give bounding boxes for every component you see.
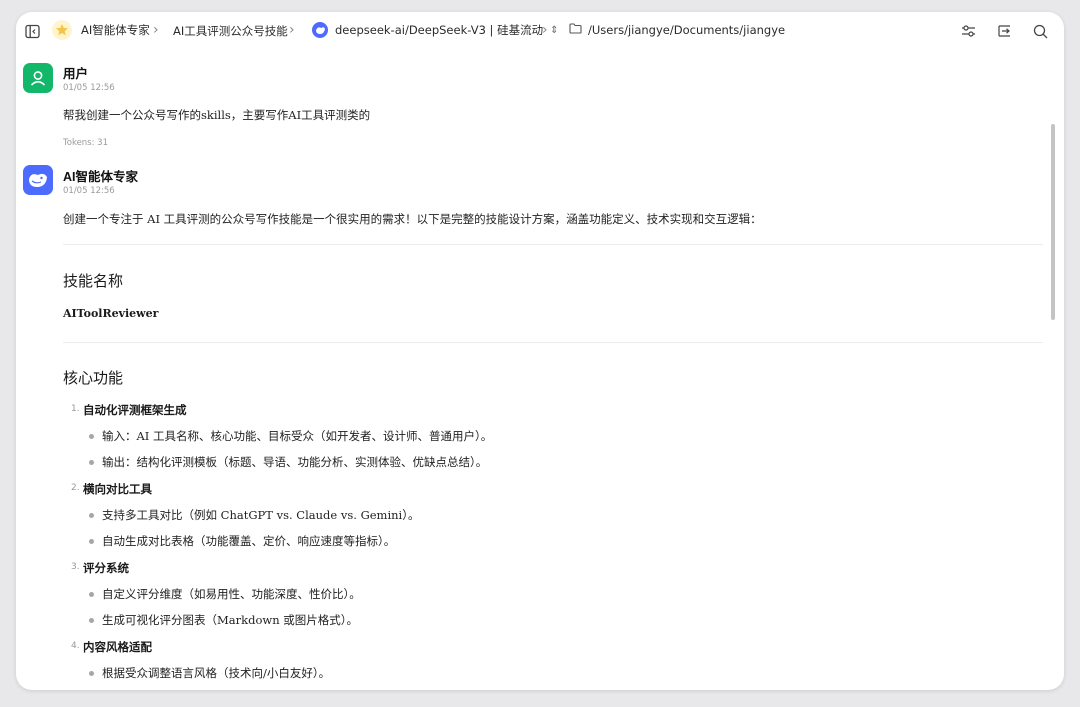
list-item: 输出：结构化评测模板（标题、导语、功能分析、实测体验、优缺点总结）。 bbox=[102, 455, 488, 469]
section-heading-core-features: 核心功能 bbox=[63, 369, 124, 387]
path-crumb[interactable]: /Users/jiangye/Documents/jiangye bbox=[569, 23, 785, 37]
assistant-name: AI智能体专家 bbox=[63, 170, 139, 184]
chevron-right-icon: › bbox=[289, 22, 295, 38]
settings-sliders-icon[interactable] bbox=[958, 21, 978, 41]
section-heading-skill-name: 技能名称 bbox=[63, 272, 124, 290]
feature-title: 内容风格适配 bbox=[83, 640, 152, 654]
assistant-avatar-icon bbox=[23, 165, 53, 195]
user-name: 用户 bbox=[63, 67, 89, 81]
top-bar: AI智能体专家 › AI工具评测公众号技能 › deepseek-ai/Deep… bbox=[16, 12, 1064, 50]
app-window: AI智能体专家 › AI工具评测公众号技能 › deepseek-ai/Deep… bbox=[16, 12, 1064, 690]
user-timestamp: 01/05 12:56 bbox=[63, 83, 115, 93]
feature-title: 横向对比工具 bbox=[83, 482, 152, 496]
bullet-icon bbox=[89, 513, 94, 518]
breadcrumb-agent: AI智能体专家 bbox=[81, 23, 150, 37]
agent-star-icon bbox=[52, 20, 72, 40]
list-number: 4. bbox=[71, 641, 80, 651]
bullet-icon bbox=[89, 434, 94, 439]
assistant-timestamp: 01/05 12:56 bbox=[63, 186, 115, 196]
list-item: 支持多工具对比（例如 ChatGPT vs. Claude vs. Gemini… bbox=[102, 508, 420, 522]
list-number: 2. bbox=[71, 483, 80, 493]
user-token-count: Tokens: 31 bbox=[63, 138, 108, 148]
model-selector[interactable]: deepseek-ai/DeepSeek-V3 | 硅基流动 ⇕ bbox=[312, 22, 558, 38]
breadcrumb-skill[interactable]: AI工具评测公众号技能 bbox=[173, 23, 288, 39]
list-item: 自动生成对比表格（功能覆盖、定价、响应速度等指标）。 bbox=[102, 534, 396, 548]
bullet-icon bbox=[89, 460, 94, 465]
expand-panel-icon[interactable] bbox=[994, 21, 1014, 41]
model-name: deepseek-ai/DeepSeek-V3 | 硅基流动 bbox=[335, 23, 544, 37]
deepseek-logo-icon bbox=[312, 22, 328, 38]
chevron-right-icon: › bbox=[153, 22, 159, 38]
user-message-text: 帮我创建一个公众号写作的skills，主要写作AI工具评测类的 bbox=[63, 108, 371, 122]
feature-title: 自动化评测框架生成 bbox=[83, 403, 187, 417]
skill-name-value: AIToolReviewer bbox=[63, 307, 159, 320]
search-icon[interactable] bbox=[1030, 21, 1050, 41]
chat-area: 用户 01/05 12:56 帮我创建一个公众号写作的skills，主要写作AI… bbox=[16, 52, 1056, 690]
list-item: 根据受众调整语言风格（技术向/小白友好）。 bbox=[102, 666, 331, 680]
agent-crumb[interactable]: AI智能体专家 bbox=[52, 20, 150, 40]
list-number: 3. bbox=[71, 562, 80, 572]
assistant-intro-text: 创建一个专注于 AI 工具评测的公众号写作技能是一个很实用的需求！以下是完整的技… bbox=[63, 212, 762, 226]
chevron-right-icon: › bbox=[542, 22, 548, 38]
bullet-icon bbox=[89, 592, 94, 597]
feature-title: 评分系统 bbox=[83, 561, 129, 575]
bullet-icon bbox=[89, 618, 94, 623]
chat-scrollbar[interactable] bbox=[1051, 124, 1055, 320]
list-number: 1. bbox=[71, 404, 80, 414]
list-item: 生成可视化评分图表（Markdown 或图片格式）。 bbox=[102, 613, 359, 627]
updown-chevron-icon: ⇕ bbox=[550, 24, 559, 36]
toggle-sidebar-icon[interactable] bbox=[22, 21, 42, 41]
bullet-icon bbox=[89, 671, 94, 676]
folder-icon bbox=[569, 23, 582, 37]
list-item: 输入：AI 工具名称、核心功能、目标受众（如开发者、设计师、普通用户）。 bbox=[102, 429, 493, 443]
divider bbox=[63, 342, 1043, 343]
working-directory: /Users/jiangye/Documents/jiangye bbox=[588, 23, 786, 37]
list-item: 自定义评分维度（如易用性、功能深度、性价比）。 bbox=[102, 587, 361, 601]
divider bbox=[63, 244, 1043, 245]
bullet-icon bbox=[89, 539, 94, 544]
user-avatar-icon bbox=[23, 63, 53, 93]
